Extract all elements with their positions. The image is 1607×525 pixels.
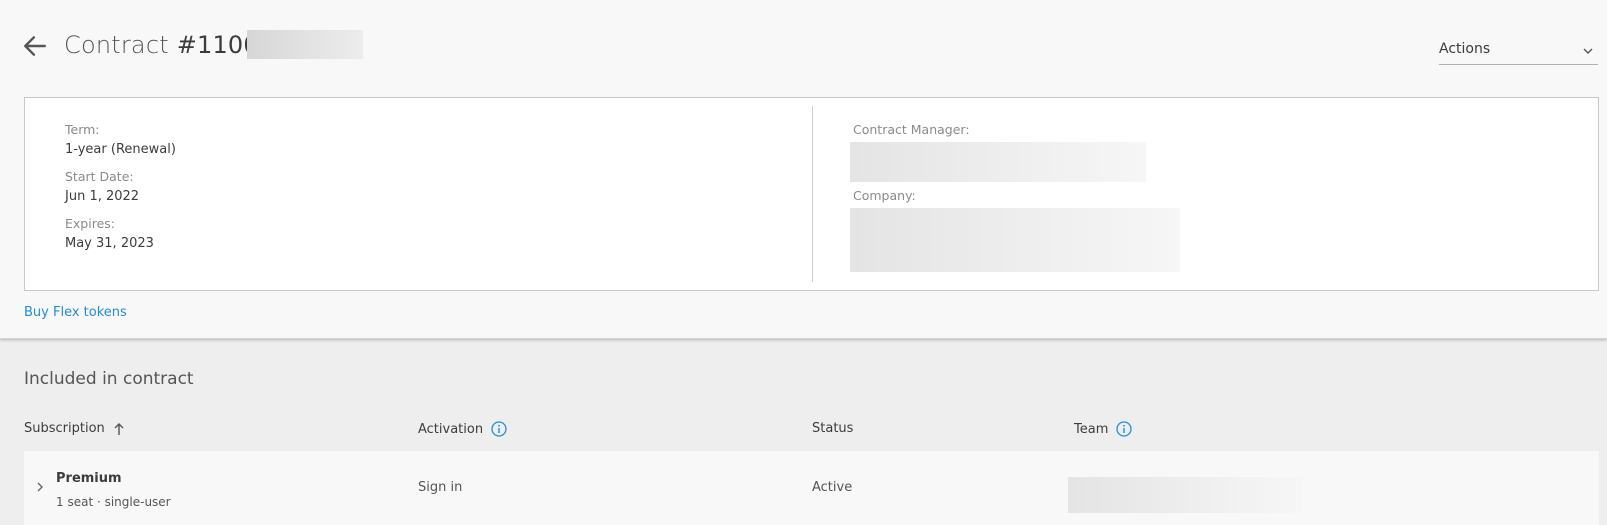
column-header-team: Team <box>1074 421 1133 437</box>
page-title: Contract #11000 <box>64 31 274 59</box>
start-date-label: Start Date: <box>65 169 134 184</box>
contract-header-panel: Contract #11000 Actions Term: 1-year (Re… <box>0 0 1607 339</box>
table-row[interactable]: Premium 1 seat · single-user Sign in Act… <box>24 451 1599 525</box>
chevron-down-icon <box>1583 48 1593 54</box>
actions-label: Actions <box>1439 41 1491 57</box>
info-icon[interactable] <box>1116 421 1133 437</box>
card-divider <box>812 106 813 282</box>
redacted-company <box>850 208 1180 272</box>
activation-value: Sign in <box>418 480 463 495</box>
column-header-team-label: Team <box>1074 421 1109 437</box>
info-icon[interactable] <box>491 421 507 437</box>
buy-flex-tokens-link[interactable]: Buy Flex tokens <box>24 305 127 320</box>
company-label: Company: <box>853 188 916 203</box>
included-section-title: Included in contract <box>24 369 194 389</box>
sort-ascending-icon[interactable] <box>113 422 125 436</box>
redacted-contract-manager <box>850 142 1146 182</box>
actions-dropdown[interactable]: Actions <box>1439 39 1598 65</box>
contract-details-card: Term: 1-year (Renewal) Start Date: Jun 1… <box>24 97 1599 291</box>
contract-manager-label: Contract Manager: <box>853 122 970 137</box>
column-header-activation: Activation <box>418 421 507 437</box>
page-title-prefix: Contract <box>64 31 169 59</box>
column-header-activation-label: Activation <box>418 421 484 437</box>
subscription-name: Premium <box>56 471 122 486</box>
subscription-detail: 1 seat · single-user <box>56 495 171 509</box>
column-header-status-label: Status <box>812 421 854 436</box>
start-date-value: Jun 1, 2022 <box>65 189 140 204</box>
redacted-contract-suffix <box>247 30 363 59</box>
expires-label: Expires: <box>65 216 115 231</box>
column-header-status: Status <box>812 421 853 436</box>
column-header-subscription[interactable]: Subscription <box>24 421 125 436</box>
expires-value: May 31, 2023 <box>65 236 154 251</box>
term-value: 1-year (Renewal) <box>65 142 176 157</box>
redacted-team <box>1068 477 1302 513</box>
column-header-subscription-label: Subscription <box>24 421 105 436</box>
term-label: Term: <box>65 122 100 137</box>
back-arrow-icon[interactable] <box>22 33 48 59</box>
status-value: Active <box>812 480 853 495</box>
chevron-right-icon[interactable] <box>34 481 46 493</box>
